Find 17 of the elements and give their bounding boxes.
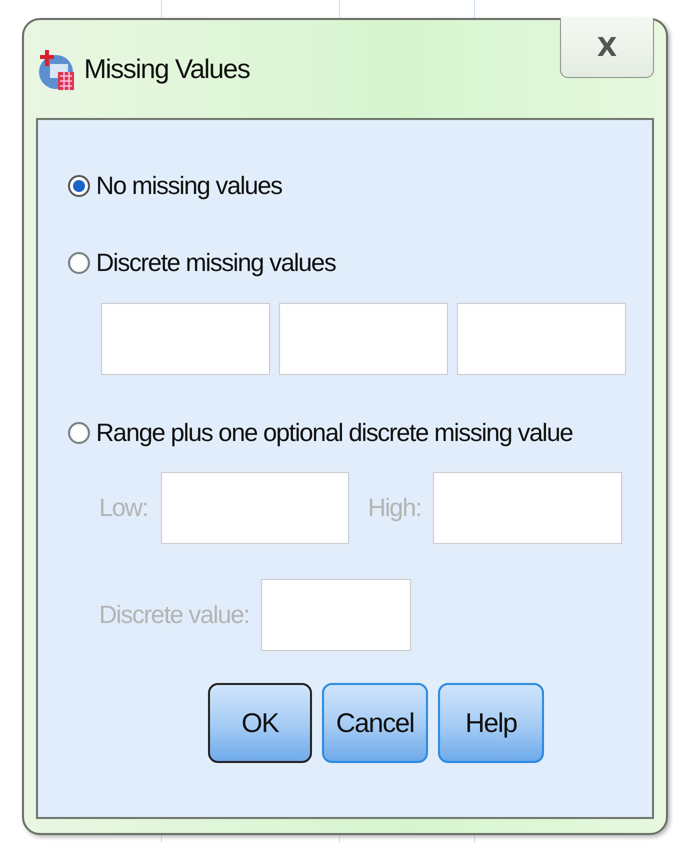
high-label: High: [368,494,422,522]
low-label: Low: [99,494,148,522]
close-button[interactable]: X [560,18,654,78]
input-field[interactable] [279,303,448,375]
radio-option[interactable]: Discrete missing values [68,243,336,283]
input-field[interactable] [433,472,622,544]
dialog-button[interactable]: Help [438,683,544,763]
input-field[interactable] [457,303,626,375]
radio-option[interactable]: Range plus one optional discrete missing value [68,413,573,453]
window-title: Missing Values [84,54,250,84]
input-field[interactable] [160,472,349,544]
input-field[interactable] [101,303,270,375]
radio-option[interactable]: No missing values [68,166,282,206]
dialog-button[interactable]: OK [208,683,312,763]
dialog-button[interactable]: Cancel [322,683,428,763]
discrete-value-label: Discrete value: [99,600,250,630]
input-field[interactable] [261,579,412,651]
